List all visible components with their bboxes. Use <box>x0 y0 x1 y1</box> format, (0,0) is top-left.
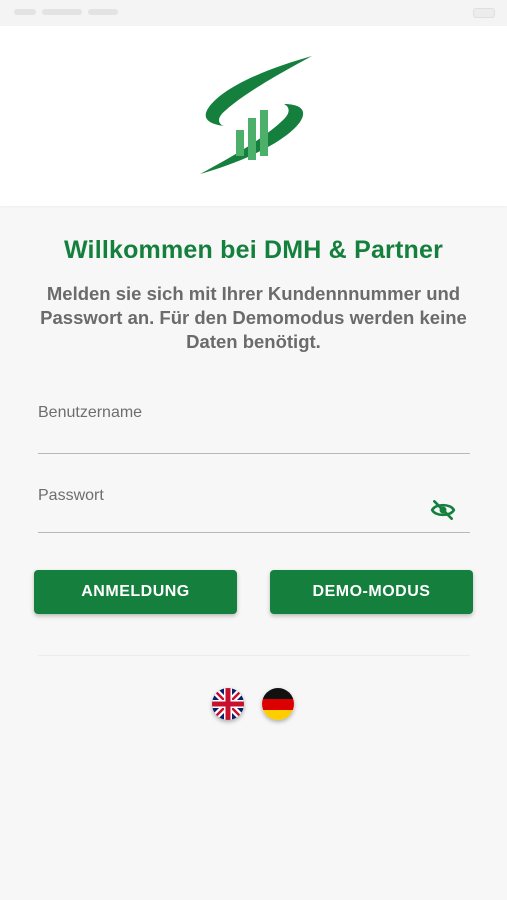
uk-flag-icon[interactable] <box>212 688 244 720</box>
login-button[interactable]: ANMELDUNG <box>34 570 237 614</box>
welcome-subtitle: Melden sie sich mit Ihrer Kundennnummer … <box>40 283 467 352</box>
username-field[interactable]: Benutzername <box>38 404 470 454</box>
password-label: Passwort <box>38 487 104 504</box>
username-input[interactable] <box>38 428 428 452</box>
divider <box>38 655 470 656</box>
demo-mode-button[interactable]: DEMO-MODUS <box>270 570 473 614</box>
welcome-title: Willkommen bei DMH & Partner <box>63 236 444 264</box>
status-bar <box>0 0 507 26</box>
password-input[interactable] <box>38 511 428 535</box>
status-bar-indicators <box>14 9 154 17</box>
germany-flag-icon[interactable] <box>262 688 294 720</box>
password-field[interactable]: Passwort <box>38 487 470 535</box>
header <box>0 26 507 206</box>
username-label: Benutzername <box>38 404 143 421</box>
eye-off-icon[interactable] <box>430 497 456 523</box>
dmh-partner-logo <box>200 56 312 174</box>
battery-icon <box>473 8 495 18</box>
